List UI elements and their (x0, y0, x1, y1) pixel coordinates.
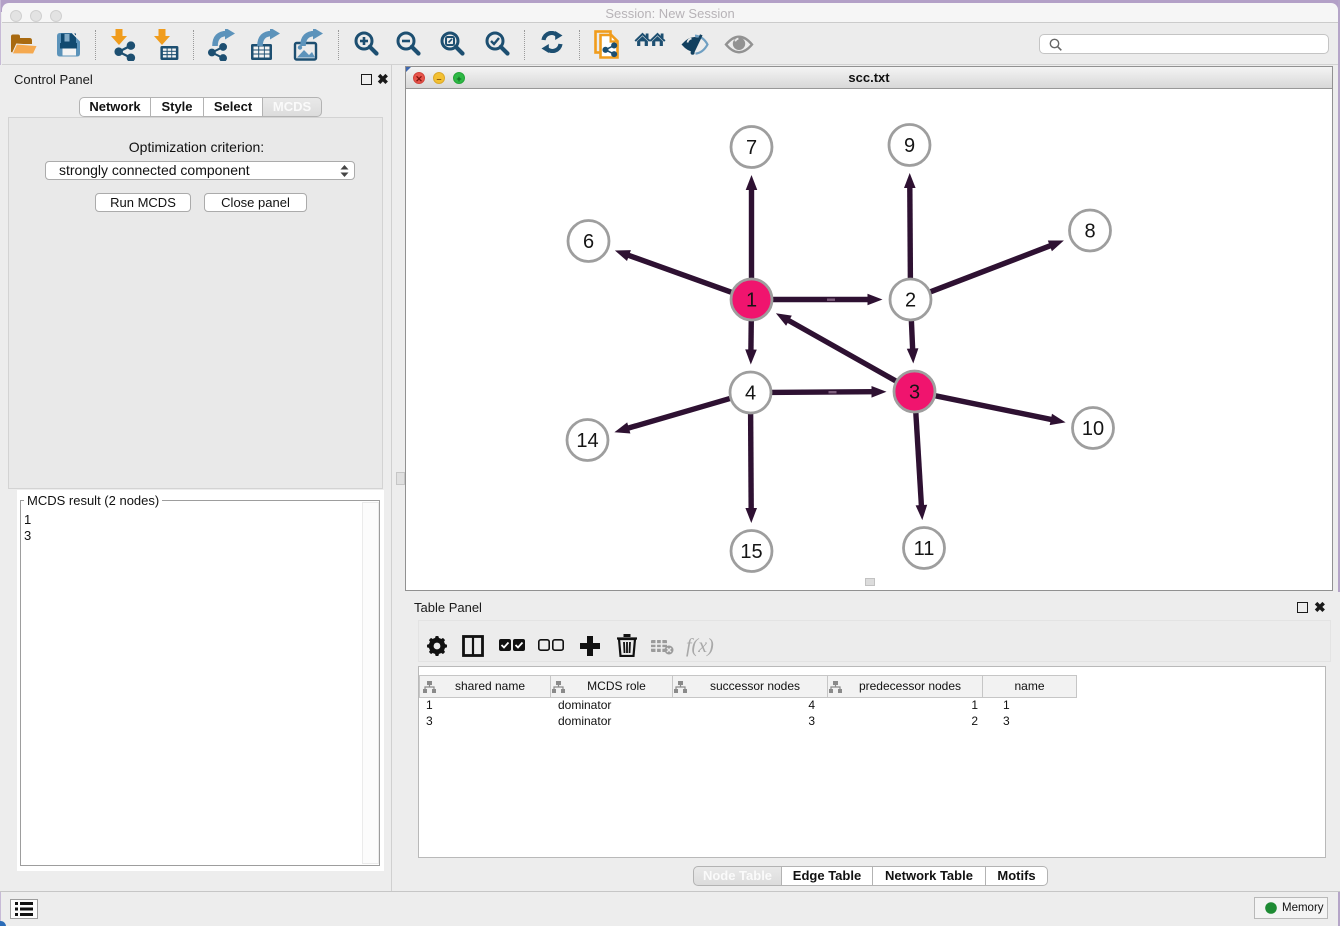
svg-text:2: 2 (905, 290, 916, 312)
svg-text:8: 8 (1084, 221, 1095, 243)
svg-text:15: 15 (740, 541, 762, 563)
svg-text:6: 6 (583, 231, 594, 253)
svg-text:4: 4 (745, 383, 756, 405)
svg-text:f(x): f(x) (686, 635, 714, 657)
svg-text:1: 1 (746, 290, 757, 312)
svg-text:9: 9 (904, 135, 915, 157)
svg-text:14: 14 (576, 430, 598, 452)
svg-text:3: 3 (909, 382, 920, 404)
svg-text:11: 11 (914, 538, 935, 560)
svg-text:10: 10 (1082, 418, 1104, 440)
svg-text:7: 7 (746, 137, 757, 159)
